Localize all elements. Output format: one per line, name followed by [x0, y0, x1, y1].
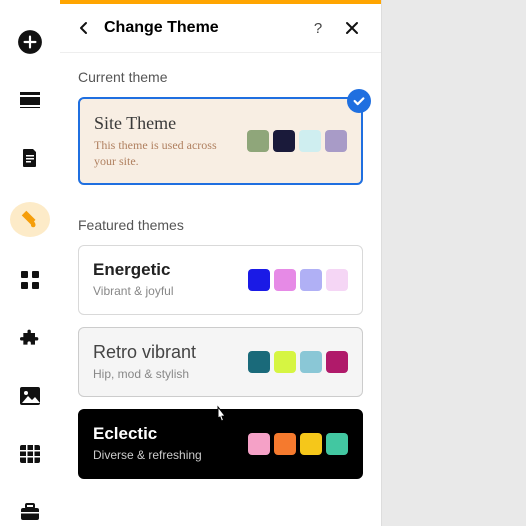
panel-header: Change Theme ?	[60, 4, 381, 53]
theme-card-energetic[interactable]: Energetic Vibrant & joyful	[78, 245, 363, 315]
close-icon	[345, 21, 359, 35]
theme-swatches	[248, 351, 348, 373]
data-button[interactable]	[14, 440, 46, 468]
swatch	[326, 433, 348, 455]
theme-name: Energetic	[93, 260, 174, 280]
swatch	[248, 351, 270, 373]
swatch	[274, 269, 296, 291]
swatch	[300, 433, 322, 455]
add-button[interactable]	[14, 28, 46, 56]
swatch	[274, 433, 296, 455]
media-button[interactable]	[14, 382, 46, 410]
check-icon	[352, 94, 366, 108]
current-theme-card[interactable]: Site Theme This theme is used across you…	[78, 97, 363, 185]
swatch	[326, 269, 348, 291]
question-icon: ?	[310, 20, 326, 36]
business-button[interactable]	[14, 498, 46, 526]
theme-swatches	[247, 130, 347, 152]
swatch	[300, 269, 322, 291]
swatch	[247, 130, 269, 152]
back-button[interactable]	[70, 14, 98, 42]
theme-name: Eclectic	[93, 424, 202, 444]
sections-button[interactable]	[14, 86, 46, 114]
swatch	[248, 269, 270, 291]
table-icon	[20, 445, 40, 463]
pages-button[interactable]	[14, 144, 46, 172]
selected-badge	[347, 89, 371, 113]
swatch	[273, 130, 295, 152]
design-button[interactable]	[10, 202, 50, 237]
panel-title: Change Theme	[104, 19, 305, 37]
sections-icon	[20, 92, 40, 108]
left-rail	[0, 0, 60, 526]
theme-name: Retro vibrant	[93, 342, 196, 363]
swatch	[326, 351, 348, 373]
page-icon	[21, 148, 39, 168]
briefcase-icon	[20, 503, 40, 521]
featured-themes-label: Featured themes	[78, 217, 363, 233]
paint-drop-icon	[19, 208, 41, 230]
current-theme-label: Current theme	[78, 69, 363, 85]
image-icon	[20, 387, 40, 405]
theme-desc: Vibrant & joyful	[93, 284, 174, 300]
theme-swatches	[248, 433, 348, 455]
svg-text:?: ?	[314, 20, 322, 36]
swatch	[299, 130, 321, 152]
theme-name: Site Theme	[94, 113, 234, 134]
theme-desc: Diverse & refreshing	[93, 448, 202, 464]
theme-card-retro-vibrant[interactable]: Retro vibrant Hip, mod & stylish	[78, 327, 363, 398]
swatch	[300, 351, 322, 373]
swatch	[274, 351, 296, 373]
help-button[interactable]: ?	[305, 15, 331, 41]
canvas-area[interactable]	[382, 0, 526, 526]
plugins-button[interactable]	[14, 324, 46, 352]
swatch	[325, 130, 347, 152]
panel-content: Current theme Site Theme This theme is u…	[60, 53, 381, 526]
theme-desc: This theme is used across your site.	[94, 138, 234, 169]
theme-swatches	[248, 269, 348, 291]
theme-desc: Hip, mod & stylish	[93, 367, 196, 383]
theme-card-eclectic[interactable]: Eclectic Diverse & refreshing	[78, 409, 363, 479]
chevron-left-icon	[76, 20, 92, 36]
puzzle-icon	[20, 328, 40, 348]
plus-circle-icon	[17, 29, 43, 55]
theme-panel: Change Theme ? Current theme Site Theme …	[60, 0, 382, 526]
close-button[interactable]	[339, 15, 365, 41]
grid-icon	[21, 271, 39, 289]
apps-button[interactable]	[14, 267, 46, 295]
swatch	[248, 433, 270, 455]
